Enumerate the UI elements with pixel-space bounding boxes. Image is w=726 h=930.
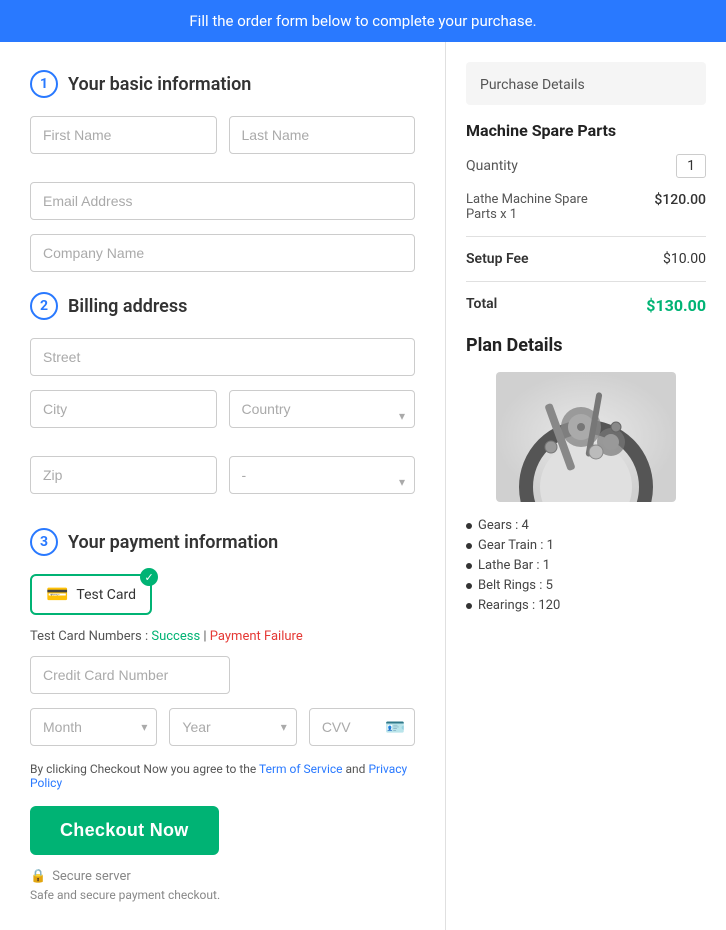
failure-link[interactable]: Payment Failure — [210, 629, 303, 644]
country-wrapper: Country United States Canada United King… — [229, 390, 416, 442]
bullet-icon — [466, 543, 472, 549]
state-select[interactable]: - AL CA NY — [229, 456, 416, 494]
feature-rearings: Rearings : 120 — [466, 598, 706, 613]
section2-header: 2 Billing address — [30, 292, 415, 320]
plan-features-list: Gears : 4 Gear Train : 1 Lathe Bar : 1 B… — [466, 518, 706, 613]
item-price: $120.00 — [654, 192, 706, 222]
cvv-card-icon: 🪪 — [385, 718, 405, 737]
safe-text: Safe and secure payment checkout. — [30, 888, 415, 902]
country-select[interactable]: Country United States Canada United King… — [229, 390, 416, 428]
month-select[interactable]: Month January February March April May J… — [30, 708, 157, 746]
state-wrapper: - AL CA NY ▾ — [229, 456, 416, 508]
section1-title: Your basic information — [68, 74, 251, 95]
right-panel: Purchase Details Machine Spare Parts Qua… — [446, 42, 726, 930]
quantity-row: Quantity 1 — [466, 154, 706, 178]
company-input[interactable] — [30, 234, 415, 272]
total-row: Total $130.00 — [466, 296, 706, 315]
top-banner: Fill the order form below to complete yo… — [0, 0, 726, 42]
cvv-wrapper: 🪪 — [309, 708, 415, 746]
city-country-row: Country United States Canada United King… — [30, 390, 415, 442]
bullet-icon — [466, 583, 472, 589]
secure-label: Secure server — [52, 869, 131, 884]
purchase-details-header: Purchase Details — [466, 62, 706, 105]
card-check-icon: ✓ — [140, 568, 158, 586]
bullet-icon — [466, 523, 472, 529]
test-card-option[interactable]: ✓ 💳 Test Card — [30, 574, 152, 615]
last-name-group — [229, 116, 416, 154]
zip-state-row: - AL CA NY ▾ — [30, 456, 415, 508]
feature-gears: Gears : 4 — [466, 518, 706, 533]
zip-input[interactable] — [30, 456, 217, 494]
purchase-details-title: Purchase Details — [480, 77, 585, 93]
company-group — [30, 234, 415, 272]
section3-title: Your payment information — [68, 532, 278, 553]
feature-lathe-bar: Lathe Bar : 1 — [466, 558, 706, 573]
street-input[interactable] — [30, 338, 415, 376]
feature-gear-train: Gear Train : 1 — [466, 538, 706, 553]
email-input[interactable] — [30, 182, 415, 220]
card-label-text: Test Card — [76, 587, 136, 603]
terms-text: By clicking Checkout Now you agree to th… — [30, 762, 415, 790]
feature-belt-rings: Belt Rings : 5 — [466, 578, 706, 593]
section1-header: 1 Your basic information — [30, 70, 415, 98]
section3-number: 3 — [30, 528, 58, 556]
banner-text: Fill the order form below to complete yo… — [189, 12, 536, 30]
email-group — [30, 182, 415, 220]
section2-title: Billing address — [68, 296, 187, 317]
item-price-row: Lathe Machine Spare Parts x 1 $120.00 — [466, 192, 706, 237]
terms-prefix: By clicking Checkout Now you agree to th… — [30, 762, 259, 776]
plan-image-container — [466, 372, 706, 502]
section3-header: 3 Your payment information — [30, 528, 415, 556]
name-row — [30, 116, 415, 168]
year-wrapper: Year 2024 2025 2026 2027 ▾ — [169, 708, 296, 746]
payment-row: Month January February March April May J… — [30, 708, 415, 746]
total-label: Total — [466, 296, 497, 315]
zip-group — [30, 456, 217, 494]
product-name: Machine Spare Parts — [466, 121, 706, 140]
first-name-group — [30, 116, 217, 154]
first-name-input[interactable] — [30, 116, 217, 154]
credit-card-input[interactable] — [30, 656, 230, 694]
city-group — [30, 390, 217, 428]
setup-label: Setup Fee — [466, 251, 529, 267]
setup-price: $10.00 — [663, 251, 706, 267]
item-label: Lathe Machine Spare Parts x 1 — [466, 192, 606, 222]
street-group — [30, 338, 415, 376]
quantity-label: Quantity — [466, 158, 518, 174]
last-name-input[interactable] — [229, 116, 416, 154]
lock-icon: 🔒 — [30, 869, 46, 884]
terms-and: and — [346, 762, 369, 776]
setup-fee-row: Setup Fee $10.00 — [466, 251, 706, 282]
gear-image — [496, 372, 676, 502]
month-wrapper: Month January February March April May J… — [30, 708, 157, 746]
test-card-prefix: Test Card Numbers : — [30, 629, 151, 644]
tos-link[interactable]: Term of Service — [259, 762, 343, 776]
total-price: $130.00 — [646, 296, 706, 315]
section2-number: 2 — [30, 292, 58, 320]
bullet-icon — [466, 563, 472, 569]
test-card-info: Test Card Numbers : Success | Payment Fa… — [30, 629, 415, 644]
bullet-icon — [466, 603, 472, 609]
credit-card-group — [30, 656, 230, 694]
credit-card-icon: 💳 — [46, 584, 68, 605]
left-panel: 1 Your basic information 2 — [0, 42, 446, 930]
section1-number: 1 — [30, 70, 58, 98]
secure-info: 🔒 Secure server — [30, 869, 415, 884]
quantity-value: 1 — [676, 154, 706, 178]
year-select[interactable]: Year 2024 2025 2026 2027 — [169, 708, 296, 746]
city-input[interactable] — [30, 390, 217, 428]
checkout-button[interactable]: Checkout Now — [30, 806, 219, 855]
success-link[interactable]: Success — [151, 629, 200, 644]
plan-details-title: Plan Details — [466, 335, 706, 356]
